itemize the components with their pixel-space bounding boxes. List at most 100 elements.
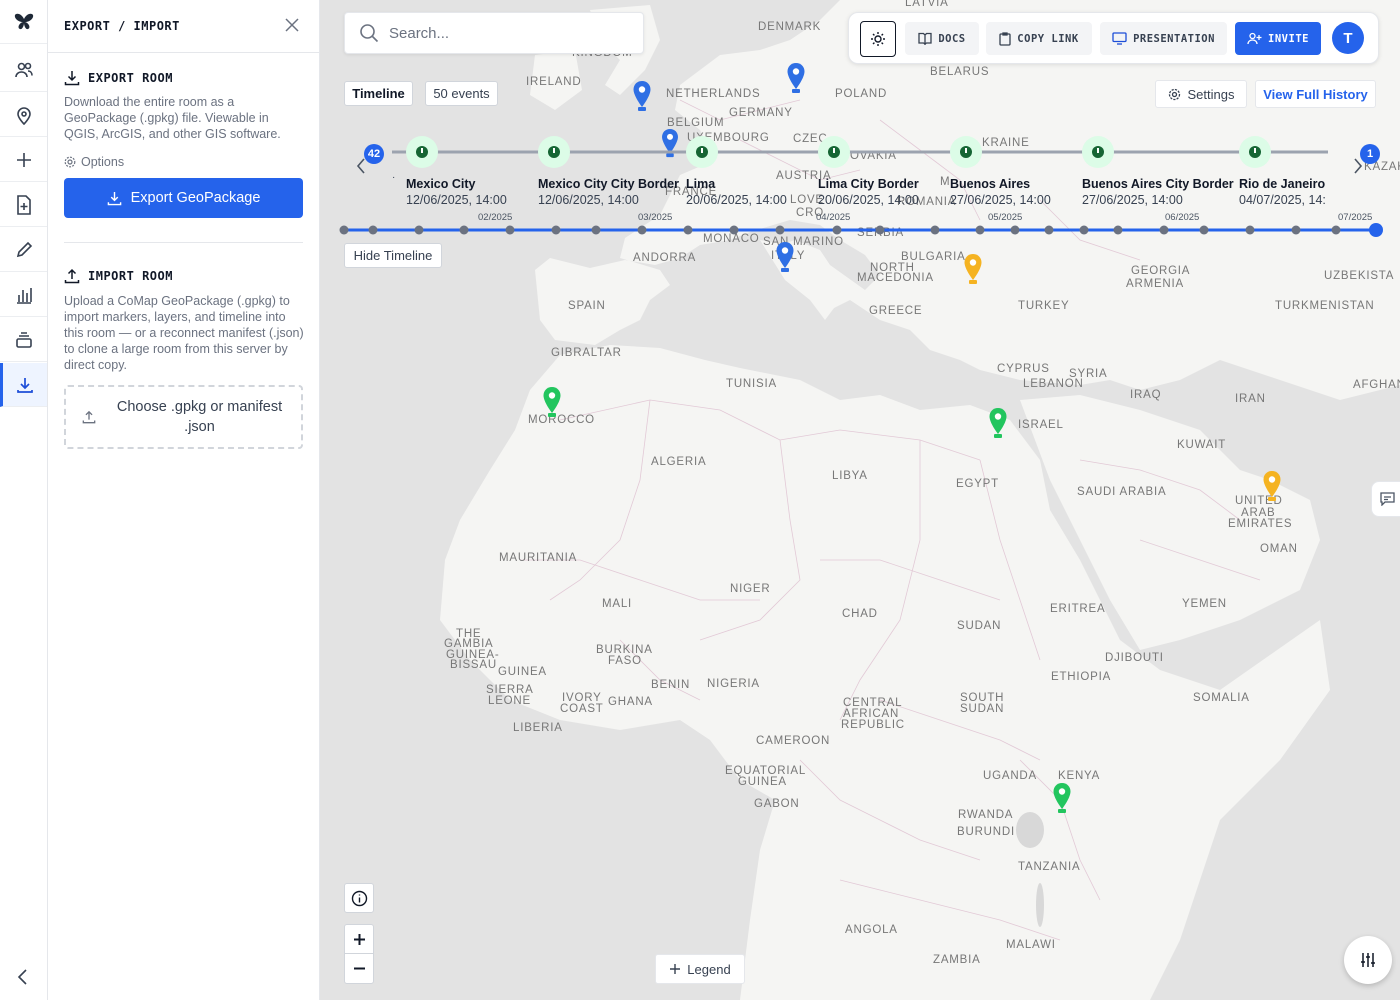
map-label: CAMEROON <box>756 735 831 747</box>
timeline-scrubber-dot[interactable] <box>1010 225 1020 235</box>
file-plus-icon[interactable] <box>0 183 47 227</box>
hide-timeline-button[interactable]: Hide Timeline <box>344 243 442 268</box>
timeline-scrubber-dot[interactable] <box>1245 225 1255 235</box>
timeline-event-label[interactable]: Mexico City 12/06/2025, 14:00 <box>406 177 507 209</box>
timeline-scrubber-dot[interactable] <box>975 225 985 235</box>
plus-icon[interactable] <box>0 138 47 182</box>
timeline-scrubber-dot[interactable] <box>637 225 647 235</box>
layers-icon[interactable] <box>0 318 47 362</box>
map-label: KUWAIT <box>1177 439 1227 451</box>
pencil-icon[interactable] <box>0 228 47 272</box>
timeline-scrubber-dot[interactable] <box>368 225 378 235</box>
bar-chart-icon[interactable] <box>0 273 47 317</box>
map-label: ISRAEL <box>1018 419 1064 431</box>
timeline-scrubber-dot[interactable] <box>683 225 693 235</box>
map-canvas[interactable]: LATVIA DENMARK KINGDOM IRELAND NETHERLAN… <box>320 0 1400 1000</box>
file-dropzone[interactable]: Choose .gpkg or manifest .json <box>64 385 303 449</box>
legend-button[interactable]: Legend <box>655 954 745 984</box>
close-icon[interactable] <box>285 18 301 34</box>
timeline-event-node[interactable] <box>1082 136 1114 168</box>
search-box[interactable] <box>344 12 644 54</box>
timeline-event-node[interactable] <box>686 136 718 168</box>
timeline-event-label[interactable]: Buenos Aires 27/06/2025, 14:00 <box>950 177 1051 209</box>
timeline-event-node[interactable] <box>1239 136 1271 168</box>
timeline-scrubber-dot[interactable] <box>551 225 561 235</box>
timeline-scrubber-dot[interactable] <box>591 225 601 235</box>
map-label: TURKEY <box>1018 300 1070 312</box>
blue-map-marker[interactable] <box>632 80 652 112</box>
docs-button[interactable]: DOCS <box>905 22 979 55</box>
timeline-event-date: 20/06/2025, 14:00 <box>818 193 919 207</box>
map-label: DENMARK <box>758 21 822 33</box>
timeline-scrubber-dot[interactable] <box>414 225 424 235</box>
chevron-left-icon[interactable] <box>16 968 30 991</box>
map-label: LIBYA <box>832 470 868 482</box>
info-button[interactable] <box>344 883 374 913</box>
export-description: Download the entire room as a GeoPackage… <box>64 95 281 141</box>
options-toggle[interactable]: Options <box>64 155 124 169</box>
presentation-button[interactable]: PRESENTATION <box>1100 22 1227 55</box>
export-geopackage-button[interactable]: Export GeoPackage <box>64 178 303 218</box>
blue-map-marker[interactable] <box>786 62 806 94</box>
timeline-event-label[interactable]: Buenos Aires City Border 27/06/2025, 14:0… <box>1082 177 1234 209</box>
comments-tab[interactable] <box>1371 481 1400 517</box>
theme-toggle-button[interactable] <box>860 21 896 57</box>
timeline-event-date: 27/06/2025, 14:00 <box>950 193 1051 207</box>
timeline-scrubber-dot[interactable] <box>875 225 885 235</box>
timeline-scrubber-dot[interactable] <box>775 225 785 235</box>
avatar[interactable]: T <box>1332 22 1364 54</box>
import-description: Upload a CoMap GeoPackage (.gpkg) to imp… <box>64 294 304 372</box>
map-label: UZBEKISTA <box>1324 270 1395 282</box>
map-pin-icon[interactable] <box>0 93 47 137</box>
timeline-event-node[interactable] <box>406 136 438 168</box>
yellow-map-marker[interactable] <box>963 253 983 285</box>
timeline-scrubber-dot[interactable] <box>459 225 469 235</box>
users-icon[interactable] <box>0 48 47 92</box>
timeline-event-node[interactable] <box>818 136 850 168</box>
map-settings-fab[interactable] <box>1344 936 1392 984</box>
copy-link-button[interactable]: COPY LINK <box>986 22 1092 55</box>
timeline-month-label: 05/2025 <box>988 212 1023 223</box>
green-map-marker[interactable] <box>988 407 1008 439</box>
timeline-event-label[interactable]: Lima 20/06/2025, 14:00 <box>686 177 787 209</box>
zoom-in-button[interactable] <box>345 925 373 955</box>
timeline-scrubber-dot[interactable] <box>1291 225 1301 235</box>
timeline-settings-button[interactable]: Settings <box>1155 80 1247 108</box>
timeline-scrubber-dot[interactable] <box>930 225 940 235</box>
minus-icon <box>353 967 365 970</box>
timeline-scrubber-dot[interactable] <box>1044 225 1054 235</box>
timeline-event-node[interactable] <box>538 136 570 168</box>
view-full-history-button[interactable]: View Full History <box>1255 80 1376 108</box>
timeline-scrubber-dot[interactable] <box>1199 225 1209 235</box>
timeline-scrubber-dot[interactable] <box>339 225 349 235</box>
yellow-map-marker[interactable] <box>1262 470 1282 502</box>
blue-map-marker[interactable] <box>775 241 795 273</box>
invite-label: INVITE <box>1268 32 1309 45</box>
timeline-scrubber-dot[interactable] <box>1079 225 1089 235</box>
timeline-event-label[interactable]: Lima City Border 20/06/2025, 14:00 <box>818 177 919 209</box>
map-label: REPUBLIC <box>841 719 905 731</box>
tab-timeline[interactable]: Timeline <box>344 81 413 106</box>
green-map-marker[interactable] <box>1052 782 1072 814</box>
timeline-scrubber-dot[interactable] <box>1113 225 1123 235</box>
timeline-scrubber-dot[interactable] <box>729 225 739 235</box>
butterfly-logo-icon[interactable] <box>0 0 47 44</box>
timeline-event-node[interactable] <box>950 136 982 168</box>
invite-button[interactable]: INVITE <box>1235 22 1321 55</box>
timeline-count-badge: 1 <box>1360 144 1380 164</box>
map-label: LATVIA <box>905 0 949 9</box>
timeline-event-label[interactable]: Rio de Janeiro 04/07/2025, 14: <box>1239 177 1329 209</box>
map-label: EMIRATES <box>1228 518 1293 530</box>
timeline-event-label[interactable]: Mexico City City Border 12/06/2025, 14:00 <box>538 177 679 209</box>
timeline-scrubber-dot[interactable] <box>1331 225 1341 235</box>
timeline-scrubber-dot[interactable] <box>505 225 515 235</box>
timeline-month-label: 02/2025 <box>478 212 513 223</box>
search-input[interactable] <box>389 24 609 42</box>
timeline-scrubber-dot[interactable] <box>1159 225 1169 235</box>
zoom-out-button[interactable] <box>345 954 373 983</box>
green-map-marker[interactable] <box>542 386 562 418</box>
timeline-scrubber-dot[interactable] <box>832 225 842 235</box>
map-label: SPAIN <box>568 300 606 312</box>
zoom-controls <box>344 924 374 984</box>
download-icon[interactable] <box>0 363 47 407</box>
